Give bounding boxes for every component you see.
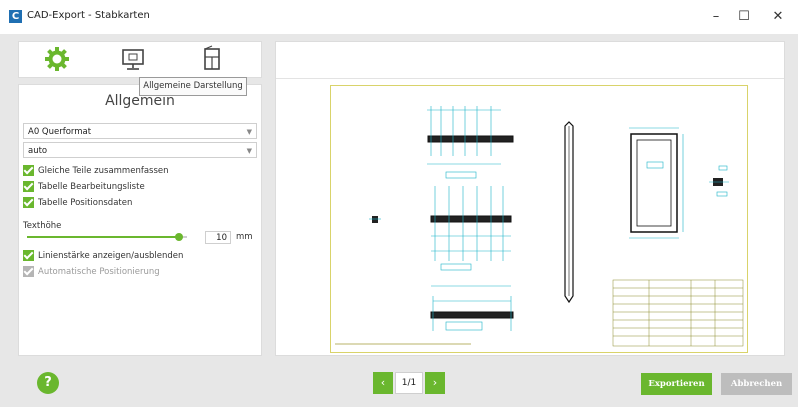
checkbox-position-table[interactable] (23, 197, 34, 208)
monitor-icon[interactable] (117, 45, 149, 73)
checkbox-processing-table[interactable] (23, 181, 34, 192)
scale-select[interactable]: auto ▼ (23, 142, 257, 158)
scale-select-value: auto (28, 146, 48, 156)
text-height-label: Texthöhe (23, 221, 62, 231)
detail-drawing-right (709, 165, 729, 197)
checkbox-same-parts[interactable] (23, 165, 34, 176)
preview-header (276, 42, 784, 79)
chevron-down-icon: ▼ (246, 147, 252, 155)
close-button[interactable]: ✕ (765, 8, 791, 26)
checkbox-row[interactable]: Gleiche Teile zusammenfassen (23, 165, 169, 178)
profile-drawing-bottom (430, 296, 514, 331)
checkbox-row[interactable]: Tabelle Bearbeitungsliste (23, 181, 145, 194)
checkbox-auto-position (23, 266, 34, 277)
prev-page-button[interactable]: ‹ (373, 372, 393, 394)
view-toolbar (18, 41, 262, 78)
checkbox-label: Tabelle Bearbeitungsliste (38, 182, 145, 192)
minimize-button[interactable]: – (703, 8, 729, 26)
slider-thumb[interactable] (175, 233, 183, 241)
format-select[interactable]: A0 Querformat ▼ (23, 123, 257, 139)
frame-drawing (629, 127, 684, 239)
text-height-slider[interactable] (27, 233, 187, 241)
profile-drawing-middle (430, 186, 512, 287)
profile-drawing-top (427, 106, 514, 179)
window-title: CAD-Export - Stabkarten (27, 10, 150, 21)
maximize-button[interactable]: ☐ (731, 8, 757, 26)
drawing-preview (335, 106, 744, 347)
checkbox-label: Tabelle Positionsdaten (38, 198, 133, 208)
preview-panel (275, 41, 785, 356)
checkbox-label: Gleiche Teile zusammenfassen (38, 166, 169, 176)
checkbox-label: Linienstärke anzeigen/ausblenden (38, 251, 184, 261)
drawing-sheet[interactable] (330, 85, 748, 353)
format-select-value: A0 Querformat (28, 127, 92, 137)
window-frame-icon[interactable] (196, 45, 228, 73)
help-button[interactable]: ? (37, 372, 59, 394)
tooltip: Allgemeine Darstellung (139, 77, 247, 96)
checkbox-row: Automatische Positionierung (23, 266, 160, 279)
checkbox-row[interactable]: Tabelle Positionsdaten (23, 197, 132, 210)
export-button[interactable]: Exportieren (641, 373, 712, 395)
settings-panel: Allgemein A0 Querformat ▼ auto ▼ Gleiche… (18, 84, 262, 356)
page-indicator: 1/1 (395, 372, 423, 394)
text-height-input[interactable]: 10 (205, 231, 231, 244)
slider-fill (27, 236, 179, 238)
text-height-unit: mm (236, 232, 253, 242)
profile-drawing-vertical (564, 121, 574, 304)
chevron-down-icon: ▼ (246, 128, 252, 136)
checkbox-row[interactable]: Linienstärke anzeigen/ausblenden (23, 250, 183, 263)
detail-drawing-left (369, 216, 381, 223)
app-icon: C (9, 10, 22, 23)
gear-icon[interactable] (41, 45, 73, 73)
checkbox-label: Automatische Positionierung (38, 267, 160, 277)
title-bar: C CAD-Export - Stabkarten – ☐ ✕ (0, 0, 798, 34)
next-page-button[interactable]: › (425, 372, 445, 394)
cancel-button[interactable]: Abbrechen (721, 373, 792, 395)
title-block (612, 279, 744, 347)
checkbox-line-width[interactable] (23, 250, 34, 261)
